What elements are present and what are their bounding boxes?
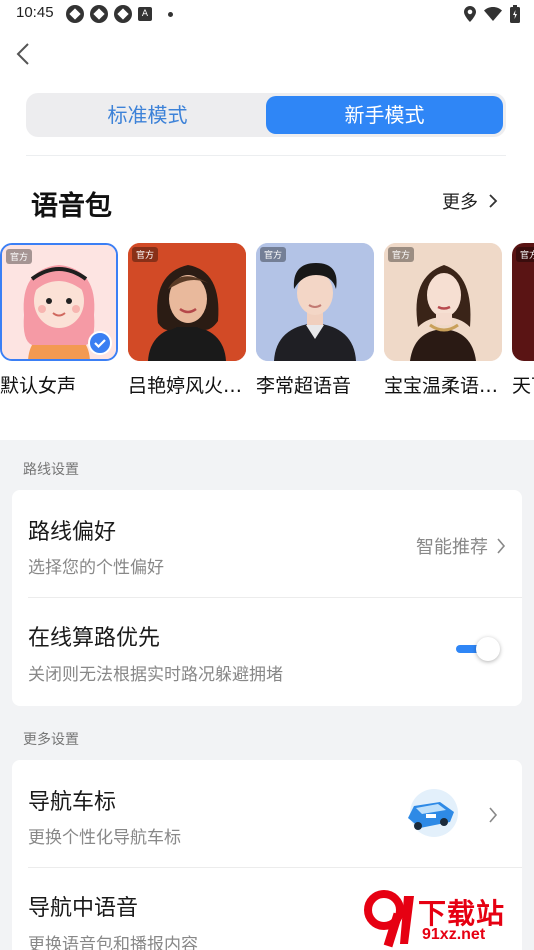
route-preference-row[interactable]: 路线偏好 选择您的个性偏好 智能推荐: [12, 490, 522, 598]
nav-voice-subtitle: 更换语音包和播报内容: [28, 935, 198, 950]
more-label: 更多: [442, 192, 478, 213]
car-icon-row[interactable]: 导航车标 更换个性化导航车标: [12, 760, 522, 868]
battery-icon: [510, 5, 520, 23]
route-settings-label: 路线设置: [23, 462, 79, 478]
voice-pack-list: 官方 默认女声 官方 吕艳婷风火… 官方 李常超语音 官方 宝宝温柔语… 官方 …: [0, 243, 534, 403]
more-voice-packs-link[interactable]: 更多: [442, 188, 498, 214]
site-watermark: 下载站 91xz.net: [358, 888, 534, 950]
chevron-right-icon: [497, 538, 506, 554]
mode-toggle: 标准模式 新手模式: [26, 93, 506, 137]
selected-check-icon: [88, 331, 112, 355]
voice-pack-thumbnail: 官方: [384, 243, 502, 361]
voice-pack-title: 语音包: [31, 191, 112, 222]
official-tag: 官方: [260, 247, 287, 262]
online-routing-row: 在线算路优先 关闭则无法根据实时路况躲避拥堵: [12, 598, 522, 706]
status-time: 10:45: [16, 4, 54, 21]
official-tag: 官方: [132, 247, 159, 262]
online-routing-subtitle: 关闭则无法根据实时路况躲避拥堵: [28, 665, 283, 685]
online-routing-toggle[interactable]: [456, 636, 500, 662]
tab-standard-mode[interactable]: 标准模式: [29, 96, 266, 134]
more-settings-label: 更多设置: [23, 732, 79, 748]
app-notification-icon: [66, 5, 84, 23]
car-icon-subtitle: 更换个性化导航车标: [28, 828, 181, 848]
online-routing-title: 在线算路优先: [28, 626, 161, 651]
watermark-url: 91xz.net: [422, 926, 486, 943]
voice-pack-item[interactable]: 官方 吕艳婷风火…: [128, 243, 246, 398]
chevron-right-icon: [489, 807, 498, 823]
voice-pack-thumbnail: 官方: [512, 243, 534, 361]
car-icon-title: 导航车标: [28, 790, 117, 815]
route-preference-value: 智能推荐: [416, 533, 506, 559]
tab-novice-mode[interactable]: 新手模式: [266, 96, 503, 134]
voice-pack-name: 宝宝温柔语…: [384, 375, 499, 397]
route-preference-value-text: 智能推荐: [416, 537, 488, 558]
toggle-knob: [476, 637, 500, 661]
app-notification-icon: [114, 5, 132, 23]
back-button[interactable]: [12, 40, 36, 68]
voice-pack-thumbnail: 官方: [0, 243, 118, 361]
voice-pack-name: 李常超语音: [256, 375, 352, 397]
chevron-left-icon: [16, 43, 29, 65]
route-preference-subtitle: 选择您的个性偏好: [28, 558, 164, 578]
route-preference-title: 路线偏好: [28, 520, 117, 545]
app-notification-icon: [90, 5, 108, 23]
voice-pack-thumbnail: 官方: [128, 243, 246, 361]
watermark-logo-icon: [364, 890, 414, 948]
location-icon: [464, 6, 476, 22]
voice-pack-name: 默认女声: [0, 375, 77, 397]
voice-pack-thumbnail: 官方: [256, 243, 374, 361]
official-tag: 官方: [6, 249, 33, 264]
wifi-icon: [484, 7, 502, 21]
official-tag: 官方: [516, 247, 534, 262]
nav-voice-title: 导航中语音: [28, 896, 139, 921]
chevron-right-icon: [489, 194, 498, 208]
more-notifications-dot: [168, 11, 173, 17]
voice-pack-name: 吕艳婷风火…: [128, 375, 243, 397]
voice-pack-item[interactable]: 官方 宝宝温柔语…: [384, 243, 502, 398]
notification-icons: A: [66, 5, 173, 23]
system-icons: [464, 5, 520, 23]
voice-pack-name: 天下: [512, 375, 534, 397]
divider: [26, 155, 506, 156]
route-settings-card: 路线偏好 选择您的个性偏好 智能推荐 在线算路优先 关闭则无法根据实时路况躲避拥…: [12, 490, 522, 706]
a-notification-icon: A: [138, 7, 152, 21]
car-marker-icon: [400, 788, 460, 838]
voice-pack-item[interactable]: 官方 默认女声: [0, 243, 118, 398]
voice-pack-item[interactable]: 官方 李常超语音: [256, 243, 374, 398]
official-tag: 官方: [388, 247, 415, 262]
voice-pack-item[interactable]: 官方 天下: [512, 243, 534, 398]
status-bar: 10:45 A: [0, 0, 534, 28]
